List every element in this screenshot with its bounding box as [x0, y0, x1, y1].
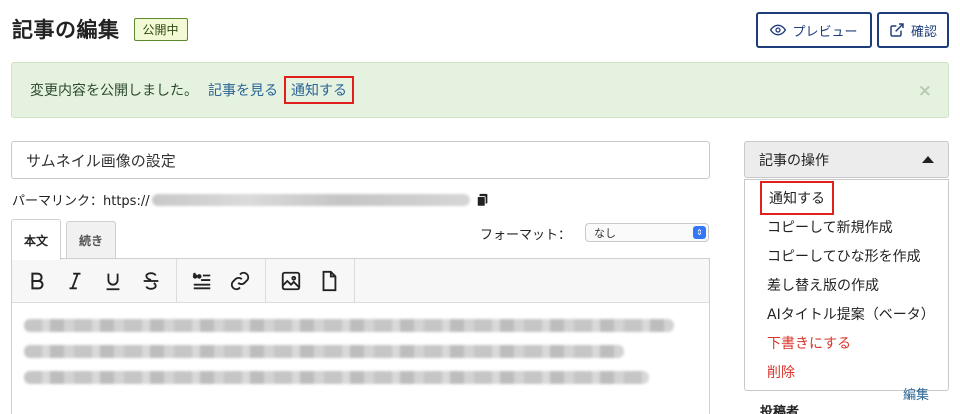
- format-select[interactable]: なし ⇕: [585, 223, 709, 242]
- menu-item-draft[interactable]: 下書きにする: [745, 328, 948, 357]
- view-article-link[interactable]: 記事を見る: [208, 80, 278, 100]
- confirm-button-label: 確認: [910, 23, 937, 39]
- select-arrows-icon: ⇕: [693, 226, 706, 239]
- menu-item-delete[interactable]: 削除: [745, 357, 948, 386]
- article-operations-menu: 通知する コピーして新規作成 コピーしてひな形を作成 差し替え版の作成 AIタイ…: [744, 179, 949, 391]
- sidebar-edit-link[interactable]: 編集: [903, 384, 929, 403]
- page-header: 記事の編集 公開中: [12, 14, 188, 44]
- italic-button[interactable]: [56, 264, 94, 298]
- menu-item-notify[interactable]: 通知する: [745, 180, 948, 215]
- eye-icon: [770, 24, 787, 36]
- underline-button[interactable]: [94, 264, 132, 298]
- external-link-icon: [890, 23, 904, 37]
- blurred-code-line: [24, 371, 649, 384]
- preview-button-label: プレビュー: [792, 23, 858, 39]
- bold-icon: [31, 272, 44, 289]
- preview-button[interactable]: プレビュー: [756, 12, 872, 48]
- blurred-code-line: [24, 345, 624, 358]
- strikethrough-button[interactable]: [132, 264, 170, 298]
- copy-icon[interactable]: [476, 193, 490, 207]
- blockquote-icon: [192, 272, 211, 289]
- media-group: [266, 259, 355, 302]
- link-icon: [230, 271, 250, 290]
- caret-up-icon: [922, 156, 934, 163]
- tab-continuation[interactable]: 続き: [66, 221, 116, 259]
- code-area-blurred[interactable]: [12, 303, 709, 413]
- insert-group: [177, 259, 266, 302]
- status-badge: 公開中: [133, 17, 188, 41]
- file-icon: [322, 270, 337, 291]
- image-button[interactable]: [272, 264, 310, 298]
- author-label: 投稿者: [760, 405, 800, 414]
- permalink: パーマリンク：https://: [12, 190, 490, 209]
- format-label: フォーマット：: [480, 228, 572, 243]
- link-button[interactable]: [221, 264, 259, 298]
- menu-item-copy-template[interactable]: コピーしてひな形を作成: [745, 241, 948, 270]
- page-title: 記事の編集: [12, 18, 120, 42]
- permalink-label: パーマリンク：https://: [12, 194, 150, 209]
- bold-button[interactable]: [18, 264, 56, 298]
- publish-notice: 変更内容を公開しました。 記事を見る 通知する ×: [11, 62, 949, 118]
- file-button[interactable]: [310, 264, 348, 298]
- strikethrough-icon: [143, 271, 159, 290]
- image-icon: [281, 271, 301, 290]
- blockquote-button[interactable]: [183, 264, 221, 298]
- menu-item-copy-new[interactable]: コピーして新規作成: [745, 212, 948, 241]
- permalink-url-blurred: [151, 193, 470, 206]
- editor-toolbar: [12, 259, 709, 303]
- italic-icon: [69, 272, 81, 289]
- blurred-code-line: [24, 319, 674, 332]
- body-editor: [11, 258, 710, 414]
- confirm-button[interactable]: 確認: [877, 12, 949, 48]
- notify-link[interactable]: 通知する: [284, 76, 354, 104]
- text-style-group: [12, 259, 177, 302]
- article-title-input[interactable]: [11, 141, 710, 179]
- article-operations-title: 記事の操作: [759, 152, 829, 169]
- article-operations-toggle[interactable]: 記事の操作: [744, 141, 949, 178]
- format-selected-value: なし: [594, 226, 616, 240]
- close-icon[interactable]: ×: [918, 81, 932, 101]
- underline-icon: [106, 273, 120, 290]
- menu-item-ai-title[interactable]: AIタイトル提案（ベータ）: [745, 299, 948, 328]
- notice-message: 変更内容を公開しました。: [30, 83, 198, 99]
- menu-item-replacement[interactable]: 差し替え版の作成: [745, 270, 948, 299]
- tab-body[interactable]: 本文: [11, 219, 61, 260]
